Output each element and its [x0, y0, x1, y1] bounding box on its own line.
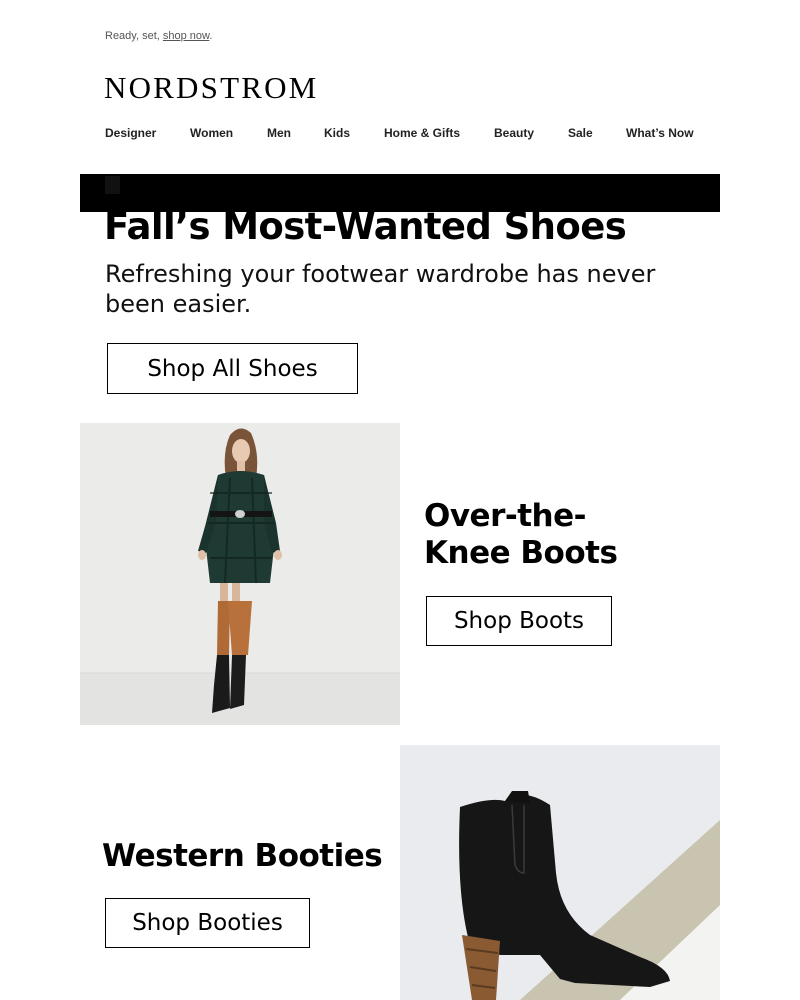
- nav-item-men[interactable]: Men: [267, 126, 291, 140]
- hero-headline: Fall’s Most-Wanted Shoes: [104, 205, 627, 248]
- over-the-knee-boots-title: Over-the- Knee Boots: [424, 498, 664, 572]
- shop-booties-button[interactable]: Shop Booties: [105, 898, 310, 948]
- nav-item-sale[interactable]: Sale: [568, 126, 593, 140]
- western-booties-image[interactable]: [400, 745, 720, 1000]
- main-nav: Designer Women Men Kids Home & Gifts Bea…: [105, 126, 705, 142]
- nav-item-designer[interactable]: Designer: [105, 126, 156, 140]
- preheader-period: .: [209, 30, 213, 42]
- hero-banner-mark: [105, 176, 120, 194]
- model-illustration: [80, 423, 400, 725]
- preheader-text: Ready, set,: [105, 30, 163, 42]
- shop-now-link[interactable]: shop now: [163, 30, 209, 42]
- bootie-illustration: [400, 745, 720, 1000]
- shop-all-shoes-button[interactable]: Shop All Shoes: [107, 343, 358, 394]
- preheader: Ready, set, shop now.: [105, 30, 212, 42]
- over-the-knee-boots-image[interactable]: [80, 423, 400, 725]
- nordstrom-logo[interactable]: NORDSTROM: [104, 70, 318, 106]
- shop-boots-button[interactable]: Shop Boots: [426, 596, 612, 646]
- nav-item-beauty[interactable]: Beauty: [494, 126, 534, 140]
- nav-item-home-gifts[interactable]: Home & Gifts: [384, 126, 460, 140]
- over-the-knee-boots-title-line1: Over-the-: [424, 498, 587, 534]
- western-booties-title: Western Booties: [102, 838, 383, 874]
- over-the-knee-boots-title-line2: Knee Boots: [424, 535, 618, 571]
- nav-item-whats-now[interactable]: What’s Now: [626, 126, 694, 140]
- hero-subhead: Refreshing your footwear wardrobe has ne…: [105, 260, 656, 318]
- nav-item-kids[interactable]: Kids: [324, 126, 350, 140]
- nav-item-women[interactable]: Women: [190, 126, 233, 140]
